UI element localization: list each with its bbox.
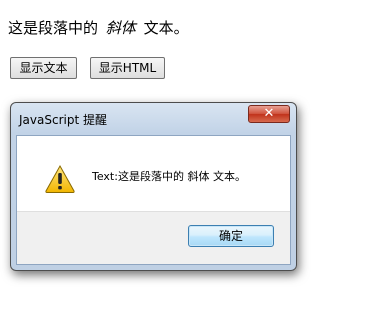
- dialog-body: Text:这是段落中的 斜体 文本。 确定: [16, 135, 291, 265]
- dialog-content: Text:这是段落中的 斜体 文本。: [17, 136, 290, 212]
- paragraph-suffix: 文本。: [143, 19, 189, 37]
- alert-dialog: JavaScript 提醒 ✕ Text:这是段落中的 斜体 文本。 确定: [10, 102, 297, 271]
- page: 这是段落中的 斜体 文本。 显示文本 显示HTML JavaScript 提醒 …: [0, 0, 380, 311]
- show-text-button[interactable]: 显示文本: [10, 57, 77, 79]
- paragraph-italic-text: 斜体: [105, 19, 136, 37]
- dialog-message: Text:这是段落中的 斜体 文本。: [92, 170, 246, 183]
- paragraph: 这是段落中的 斜体 文本。: [8, 18, 189, 38]
- warning-icon: [45, 164, 75, 193]
- dialog-titlebar[interactable]: JavaScript 提醒 ✕: [11, 103, 296, 133]
- show-html-button[interactable]: 显示HTML: [90, 57, 165, 79]
- dialog-title: JavaScript 提醒: [19, 113, 107, 127]
- ok-button[interactable]: 确定: [188, 225, 274, 247]
- close-button[interactable]: ✕: [248, 105, 290, 123]
- close-icon: ✕: [263, 106, 275, 121]
- paragraph-prefix: 这是段落中的: [8, 19, 99, 37]
- dialog-footer: 确定: [17, 211, 290, 264]
